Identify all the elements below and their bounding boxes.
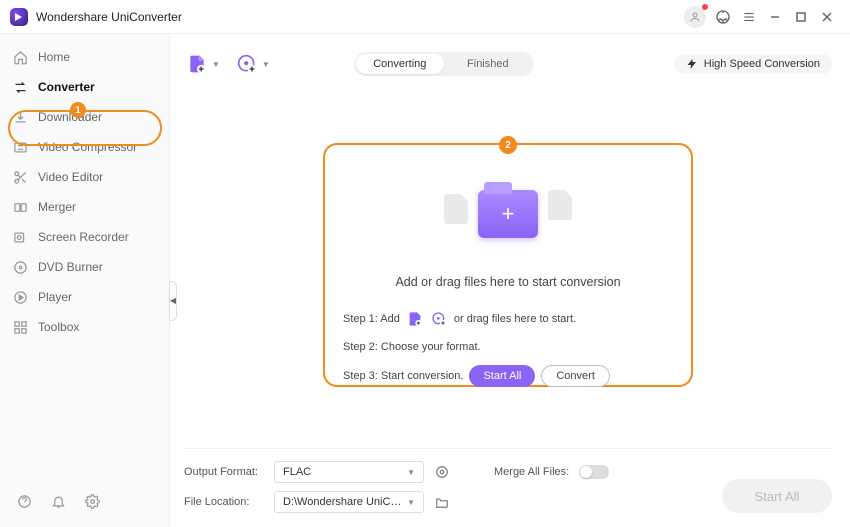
title-bar: Wondershare UniConverter [0, 0, 850, 34]
sidebar-item-label: Player [38, 290, 72, 304]
step1-prefix: Step 1: Add [343, 313, 400, 325]
add-dvd-button[interactable] [234, 51, 260, 77]
sidebar-item-label: Video Editor [38, 170, 103, 184]
bolt-icon [686, 58, 698, 70]
sidebar-item-player[interactable]: Player [0, 282, 169, 312]
sidebar-item-label: Toolbox [38, 320, 79, 334]
toolbox-icon [12, 319, 28, 335]
merge-toggle[interactable] [579, 465, 609, 479]
step3-text: Step 3: Start conversion. [343, 370, 463, 382]
sidebar-item-label: Screen Recorder [38, 230, 129, 244]
sidebar-item-compressor[interactable]: Video Compressor [0, 132, 169, 162]
step1-suffix: or drag files here to start. [454, 313, 576, 325]
merger-icon [12, 199, 28, 215]
dropzone-headline: Add or drag files here to start conversi… [343, 275, 673, 289]
sidebar-item-label: DVD Burner [38, 260, 103, 274]
output-format-value: FLAC [283, 466, 311, 478]
help-icon[interactable] [14, 491, 34, 511]
home-icon [12, 49, 28, 65]
sidebar-item-dvd[interactable]: DVD Burner [0, 252, 169, 282]
close-button[interactable] [814, 4, 840, 30]
toolbar: ▼ ▼ Converting Finished High Speed Conve… [184, 46, 832, 82]
add-file-caret[interactable]: ▼ [212, 60, 220, 69]
output-settings-icon[interactable] [434, 464, 450, 480]
sidebar-item-converter[interactable]: Converter [0, 72, 169, 102]
dropzone[interactable]: 2 + Add or drag files here to start conv… [323, 143, 693, 387]
folder-plus-icon: + [478, 190, 538, 238]
sidebar-item-toolbox[interactable]: Toolbox [0, 312, 169, 342]
tutorial-badge-1: 1 [70, 102, 86, 118]
compressor-icon [12, 139, 28, 155]
output-format-label: Output Format: [184, 466, 264, 478]
sidebar-item-editor[interactable]: Video Editor [0, 162, 169, 192]
high-speed-label: High Speed Conversion [704, 58, 820, 70]
file-location-value: D:\Wondershare UniConverter [283, 496, 407, 508]
sidebar-item-recorder[interactable]: Screen Recorder [0, 222, 169, 252]
tutorial-badge-2: 2 [499, 136, 517, 154]
step2-text: Step 2: Choose your format. [343, 341, 481, 353]
tab-converting[interactable]: Converting [356, 54, 444, 74]
output-format-select[interactable]: FLAC ▼ [274, 461, 424, 483]
sidebar: Home Converter Downloader Video Compress… [0, 34, 170, 527]
chevron-down-icon: ▼ [407, 498, 415, 507]
convert-button[interactable]: Convert [541, 365, 610, 387]
high-speed-toggle[interactable]: High Speed Conversion [674, 54, 832, 74]
chevron-down-icon: ▼ [407, 468, 415, 477]
sidebar-item-home[interactable]: Home [0, 42, 169, 72]
app-logo [10, 8, 28, 26]
recorder-icon [12, 229, 28, 245]
sidebar-item-label: Home [38, 50, 70, 64]
sidebar-item-label: Converter [38, 80, 95, 94]
file-location-label: File Location: [184, 496, 264, 508]
merge-label: Merge All Files: [494, 466, 569, 478]
tab-finished[interactable]: Finished [444, 54, 532, 74]
download-icon [12, 109, 28, 125]
file-location-select[interactable]: D:\Wondershare UniConverter ▼ [274, 491, 424, 513]
start-all-disabled-button: Start All [722, 479, 832, 513]
dropzone-illustration: + [343, 159, 673, 269]
settings-icon[interactable] [82, 491, 102, 511]
tab-group: Converting Finished [354, 52, 534, 76]
minimize-button[interactable] [762, 4, 788, 30]
sidebar-bottom [0, 479, 169, 527]
support-icon[interactable] [710, 4, 736, 30]
app-title: Wondershare UniConverter [36, 10, 182, 24]
play-icon [12, 289, 28, 305]
add-dvd-caret[interactable]: ▼ [262, 60, 270, 69]
add-dvd-icon [430, 310, 448, 328]
notification-dot-icon [702, 4, 708, 10]
converter-icon [12, 79, 28, 95]
main-panel: ▼ ▼ Converting Finished High Speed Conve… [170, 34, 850, 527]
menu-icon[interactable] [736, 4, 762, 30]
account-avatar[interactable] [684, 6, 706, 28]
start-all-button[interactable]: Start All [469, 365, 535, 387]
maximize-button[interactable] [788, 4, 814, 30]
dvd-icon [12, 259, 28, 275]
open-folder-icon[interactable] [434, 494, 450, 510]
sidebar-item-label: Video Compressor [38, 140, 137, 154]
add-file-button[interactable] [184, 51, 210, 77]
sidebar-item-merger[interactable]: Merger [0, 192, 169, 222]
bottom-bar: Output Format: FLAC ▼ Merge All Files: F… [184, 448, 832, 513]
steps: Step 1: Add or drag files here to start.… [343, 309, 673, 387]
scissors-icon [12, 169, 28, 185]
add-file-icon [406, 310, 424, 328]
bell-icon[interactable] [48, 491, 68, 511]
sidebar-item-label: Merger [38, 200, 76, 214]
